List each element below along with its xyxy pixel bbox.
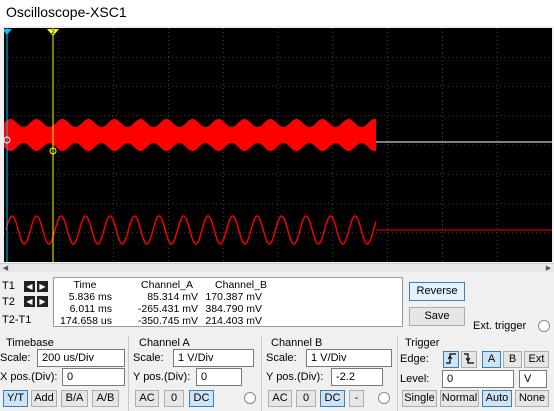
window-title: Oscilloscope-XSC1 bbox=[6, 4, 127, 20]
separator bbox=[128, 336, 129, 411]
right-arrow-icon[interactable]: ▶ bbox=[37, 296, 48, 307]
channel-b-ypos-label: Y pos.(Div): bbox=[266, 371, 324, 383]
ext-trigger-label: Ext. trigger bbox=[473, 320, 527, 332]
ba-mode-button[interactable]: B/A bbox=[61, 390, 88, 407]
t2-label: T2 bbox=[2, 296, 15, 308]
channel-a-scale-label: Scale: bbox=[133, 352, 164, 364]
trigger-source-b-button[interactable]: B bbox=[503, 351, 522, 368]
trigger-level-unit[interactable]: V bbox=[519, 370, 547, 388]
title-bar: Oscilloscope-XSC1 bbox=[0, 0, 554, 26]
channel-a-ac-button[interactable]: AC bbox=[135, 390, 159, 407]
header-channel-b: Channel_B bbox=[215, 279, 267, 291]
cursor-2-marker: 2 bbox=[51, 29, 55, 36]
trigger-title: Trigger bbox=[405, 337, 440, 349]
channel-b-dc-button[interactable]: DC bbox=[320, 390, 345, 407]
left-arrow-icon[interactable]: ◀ bbox=[24, 296, 35, 307]
t1-time: 5.836 ms bbox=[68, 291, 112, 303]
delta-channel-b: 214.403 mV bbox=[205, 315, 262, 327]
level-label: Level: bbox=[400, 373, 430, 385]
left-arrow-icon[interactable]: ◀ bbox=[24, 281, 35, 292]
x-position-label: X pos.(Div): bbox=[0, 371, 58, 383]
save-button[interactable]: Save bbox=[409, 307, 465, 326]
channel-a-scale-field[interactable]: 1 V/Div bbox=[173, 349, 254, 367]
channel-a-dc-button[interactable]: DC bbox=[189, 390, 214, 407]
add-mode-button[interactable]: Add bbox=[31, 390, 57, 407]
delta-time: 174.658 us bbox=[60, 315, 112, 327]
oscilloscope-screen: 2 bbox=[4, 28, 552, 262]
channel-a-trace bbox=[4, 119, 376, 151]
horizontal-scrollbar[interactable]: ◀ ▶ bbox=[0, 263, 554, 272]
t2-t1-label: T2-T1 bbox=[2, 314, 32, 326]
trigger-auto-button[interactable]: Auto bbox=[482, 390, 512, 407]
header-time: Time bbox=[73, 279, 97, 291]
yt-mode-button[interactable]: Y/T bbox=[3, 390, 28, 407]
rising-edge-icon[interactable] bbox=[443, 351, 459, 368]
scroll-right-icon[interactable]: ▶ bbox=[544, 264, 553, 273]
right-arrow-icon[interactable]: ▶ bbox=[37, 281, 48, 292]
scroll-left-icon[interactable]: ◀ bbox=[1, 264, 10, 273]
channel-a-ypos-field[interactable]: 0 bbox=[196, 368, 242, 386]
t1-channel-a: 85.314 mV bbox=[147, 291, 198, 303]
t1-label: T1 bbox=[2, 280, 15, 292]
channel-b-title: Channel B bbox=[271, 337, 323, 349]
trigger-normal-button[interactable]: Normal bbox=[440, 390, 479, 407]
t2-channel-a: -265.431 mV bbox=[137, 303, 198, 315]
channel-b-ac-button[interactable]: AC bbox=[268, 390, 292, 407]
measurement-table: Time Channel_A Channel_B 5.836 ms 85.314… bbox=[53, 277, 403, 327]
t2-channel-b: 384.790 mV bbox=[205, 303, 262, 315]
ab-mode-button[interactable]: A/B bbox=[92, 390, 119, 407]
t2-time: 6.011 ms bbox=[69, 303, 112, 315]
channel-b-trace bbox=[5, 215, 377, 245]
cursor-1-handle[interactable] bbox=[4, 29, 12, 35]
channel-a-terminal[interactable] bbox=[244, 392, 256, 404]
x-position-field[interactable]: 0 bbox=[62, 368, 125, 386]
trigger-none-button[interactable]: None bbox=[515, 390, 549, 407]
channel-a-zero-button[interactable]: 0 bbox=[164, 390, 184, 407]
falling-edge-icon[interactable] bbox=[461, 351, 477, 368]
separator bbox=[397, 336, 398, 411]
channel-b-terminal[interactable] bbox=[378, 392, 390, 404]
ext-trigger-terminal[interactable] bbox=[538, 320, 550, 332]
delta-channel-a: -350.745 mV bbox=[137, 315, 198, 327]
channel-a-ypos-label: Y pos.(Div): bbox=[133, 371, 191, 383]
trigger-single-button[interactable]: Single bbox=[402, 390, 437, 407]
channel-b-ypos-field[interactable]: -2.2 bbox=[331, 368, 383, 386]
trigger-source-ext-button[interactable]: Ext bbox=[524, 351, 549, 368]
channel-b-zero-button[interactable]: 0 bbox=[296, 390, 316, 407]
channel-b-scale-label: Scale: bbox=[266, 352, 297, 364]
edge-label: Edge: bbox=[400, 353, 429, 365]
reverse-button[interactable]: Reverse bbox=[409, 282, 465, 301]
header-channel-a: Channel_A bbox=[141, 279, 193, 291]
timebase-title: Timebase bbox=[6, 337, 54, 349]
timebase-scale-label: Scale: bbox=[0, 352, 31, 364]
trigger-level-field[interactable]: 0 bbox=[442, 370, 514, 388]
channel-b-invert-button[interactable]: - bbox=[349, 390, 364, 407]
waveform-display: 2 bbox=[4, 28, 552, 262]
channel-a-title: Channel A bbox=[139, 337, 190, 349]
cursor-controls: T1 ◀ ▶ T2 ◀ ▶ T2-T1 bbox=[0, 278, 52, 328]
t1-channel-b: 170.387 mV bbox=[205, 291, 262, 303]
separator bbox=[261, 336, 262, 411]
channel-b-scale-field[interactable]: 1 V/Div bbox=[306, 349, 392, 367]
trigger-source-a-button[interactable]: A bbox=[482, 351, 501, 368]
timebase-scale-field[interactable]: 200 us/Div bbox=[37, 349, 125, 367]
